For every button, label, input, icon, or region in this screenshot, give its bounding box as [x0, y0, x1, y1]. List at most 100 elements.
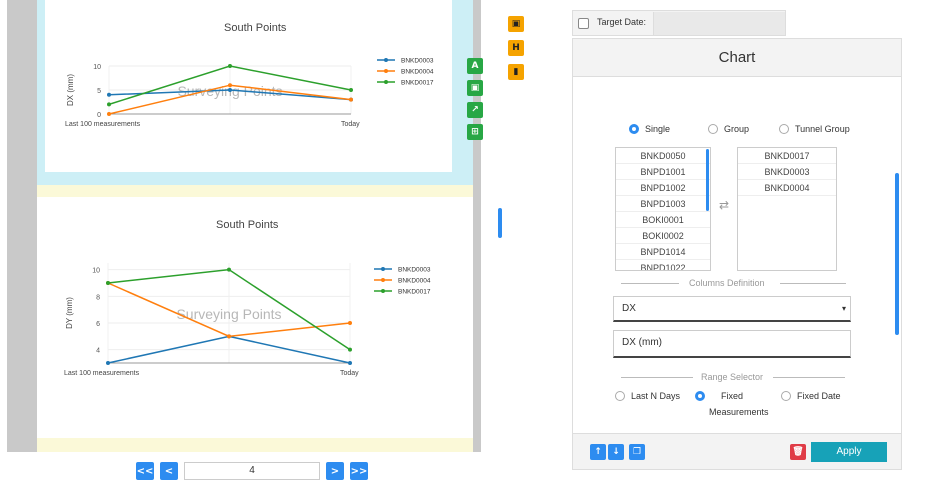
column-label-input[interactable]: DX (mm)	[613, 330, 851, 358]
y-tick-label: 10	[93, 64, 101, 71]
table-icon: ⊞	[471, 127, 479, 137]
radio-selected-icon	[695, 391, 705, 401]
page-header-button[interactable]: H	[508, 40, 524, 56]
chart1-plot: 0510Last 100 measurements TodayDX (mm) Sur…	[65, 58, 434, 129]
list-item[interactable]: BNPD1002	[616, 180, 710, 196]
data-point-BNKD0004	[349, 97, 353, 102]
prev-page-label: <	[164, 465, 174, 477]
legend-marker-BNKD0003	[381, 267, 385, 271]
chart-icon: ↗	[471, 105, 479, 115]
legend-label: BNKD0017	[398, 289, 431, 296]
image-icon: ▣	[470, 83, 480, 93]
radio-icon	[615, 391, 625, 401]
y-tick-label: 8	[96, 294, 100, 301]
available-points-list[interactable]: BNKD0050 BNPD1001 BNPD1002 BNPD1003 BOKI…	[615, 147, 711, 271]
copy-icon: ❐	[632, 447, 642, 457]
panel-copy-button[interactable]: ❐	[629, 444, 645, 460]
table-button[interactable]: ⊞	[467, 124, 483, 140]
panel-title: Chart	[573, 39, 901, 77]
report-page-1: South Points 0 5 10 Last 100 measurements To…	[37, 0, 473, 197]
range-selector-label: Range Selector	[701, 372, 764, 382]
image-button[interactable]: ▣	[467, 80, 483, 96]
chart-button[interactable]: ↗	[467, 102, 483, 118]
target-date-checkbox[interactable]	[578, 18, 589, 29]
data-point-BNKD0017	[349, 88, 353, 92]
data-point-BNKD0003	[228, 88, 232, 92]
data-point-BNKD0004	[227, 334, 231, 339]
legend-label: BNKD0003	[398, 267, 431, 274]
export-pdf-button[interactable]: ▮	[508, 64, 524, 80]
swap-icon[interactable]: ⇄	[719, 198, 729, 212]
prev-page-button[interactable]: <	[160, 462, 178, 480]
selected-points-list[interactable]: BNKD0017 BNKD0003 BNKD0004	[737, 147, 837, 271]
list-item[interactable]: BNKD0003	[738, 164, 836, 180]
data-point-BNKD0004	[228, 83, 232, 88]
mode-group-label: Group	[724, 124, 750, 134]
legend-label: BNKD0004	[398, 278, 431, 285]
data-point-BNKD0017	[228, 64, 232, 68]
list-item[interactable]: BOKI0001	[616, 212, 710, 228]
y-tick-label: 5	[97, 88, 101, 95]
range-last-n-days-radio[interactable]: Last N Days	[615, 391, 680, 401]
list-item[interactable]: BNPD1003	[616, 196, 710, 212]
panel-move-up-button[interactable]: ↑	[590, 444, 606, 460]
first-page-label: <<	[136, 465, 154, 477]
panel-move-down-button[interactable]: ↓	[608, 444, 624, 460]
next-page-button[interactable]: >	[326, 462, 344, 480]
x-tick-label: Last 100 measurements	[65, 121, 141, 128]
legend-label: BNKD0003	[401, 58, 434, 65]
chart2-plot: 46810Last 100 measurements TodayDY (mm) Su…	[64, 263, 431, 377]
last-page-label: >>	[350, 465, 368, 477]
radio-icon	[779, 124, 789, 134]
panel-delete-button[interactable]: 🗑	[790, 444, 806, 460]
x-tick-label: Today	[340, 370, 359, 377]
list-scrollbar[interactable]	[706, 149, 709, 211]
mode-single-radio[interactable]: Single	[629, 124, 670, 134]
y-axis-label: DX (mm)	[66, 74, 75, 106]
list-item[interactable]: BNKD0050	[616, 148, 710, 164]
report-page-2: South Points 4 6 8 10 Last 100 measurements T…	[37, 197, 473, 452]
save-button[interactable]: ▣	[508, 16, 524, 32]
target-date-label: Target Date:	[597, 17, 647, 27]
column-select[interactable]: DX ▾	[613, 296, 851, 322]
panel-scrollbar[interactable]	[895, 173, 899, 335]
panel-footer: ↑ ↓ ❐ 🗑 Apply	[573, 433, 901, 469]
range-fixed-date-radio[interactable]: Fixed Date	[781, 391, 841, 401]
mode-group-radio[interactable]: Group	[708, 124, 749, 134]
target-date-input[interactable]	[653, 12, 785, 35]
legend-marker-BNKD0003	[384, 58, 388, 62]
list-item[interactable]: BNPD1022	[616, 260, 710, 270]
page-number-input[interactable]: 4	[184, 462, 320, 480]
trash-icon: 🗑	[792, 447, 804, 457]
range-fixed-sub-label: Measurements	[709, 407, 769, 417]
legend-label: BNKD0004	[401, 69, 434, 76]
list-item[interactable]: BNPD1001	[616, 164, 710, 180]
data-point-BNKD0017	[227, 267, 231, 272]
data-point-BNKD0004	[348, 321, 352, 325]
page-header-label: H	[512, 43, 520, 53]
last-page-button[interactable]: >>	[350, 462, 368, 480]
list-item[interactable]: BNPD1014	[616, 244, 710, 260]
range-fixed-date-label: Fixed Date	[797, 391, 841, 401]
y-tick-label: 4	[96, 348, 100, 355]
y-tick-label: 0	[97, 112, 101, 119]
text-button[interactable]: A	[467, 58, 483, 74]
legend-marker-BNKD0017	[381, 289, 385, 293]
y-tick-label: 10	[92, 268, 100, 275]
panel-body: Single Group Tunnel Group BNKD0050 BNPD1…	[573, 77, 901, 427]
report-page-1-content: South Points 0 5 10 Last 100 measurements To…	[45, 0, 452, 172]
first-page-button[interactable]: <<	[136, 462, 154, 480]
list-item[interactable]: BNKD0017	[738, 148, 836, 164]
mode-tunnel-group-radio[interactable]: Tunnel Group	[779, 124, 850, 134]
range-last-n-days-label: Last N Days	[631, 391, 681, 401]
list-item[interactable]: BNKD0004	[738, 180, 836, 196]
list-item[interactable]: BOKI0002	[616, 228, 710, 244]
range-fixed-radio[interactable]: Fixed	[695, 391, 743, 401]
data-point-BNKD0003	[107, 92, 111, 97]
mode-tunnel-group-label: Tunnel Group	[795, 124, 850, 134]
report-canvas: South Points 0 5 10 Last 100 measurements To…	[7, 0, 481, 452]
radio-selected-icon	[629, 124, 639, 134]
divider	[773, 377, 845, 378]
apply-button[interactable]: Apply	[811, 442, 887, 462]
canvas-scrollbar[interactable]	[498, 208, 502, 238]
